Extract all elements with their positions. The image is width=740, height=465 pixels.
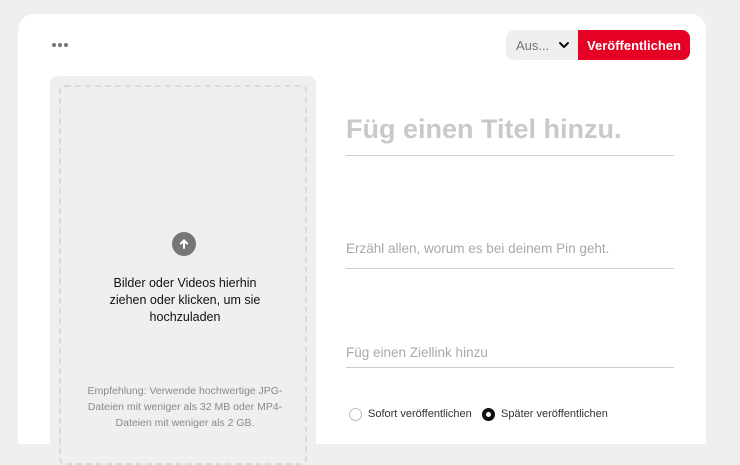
upload-hint-line: Dateien mit weniger als 32 MB oder MP4- [87, 401, 283, 413]
destination-link-input[interactable] [346, 338, 674, 368]
publish-button[interactable]: Veröffentlichen [578, 30, 690, 60]
board-select-value: Aus... [516, 37, 550, 53]
upload-recommendation: Empfehlung: Verwende hochwertige JPG- Da… [73, 383, 297, 431]
upload-hint-line: Dateien mit weniger als 2 GB. [115, 417, 255, 429]
upload-dropzone[interactable]: Bilder oder Videos hierhin ziehen oder k… [59, 85, 307, 465]
publish-later-label: Später veröffentlichen [501, 408, 608, 420]
upload-instructions: Bilder oder Videos hierhin ziehen oder k… [71, 275, 299, 326]
publish-now-option[interactable]: Sofort veröffentlichen [349, 406, 472, 422]
upload-area: Bilder oder Videos hierhin ziehen oder k… [50, 76, 316, 465]
upload-arrow-icon [172, 232, 196, 256]
upload-instructions-line: ziehen oder klicken, um sie [109, 293, 261, 307]
description-input[interactable] [346, 229, 674, 269]
more-options-button[interactable] [49, 38, 71, 52]
board-select-dropdown[interactable]: Aus... [506, 30, 578, 60]
publish-now-label: Sofort veröffentlichen [368, 408, 472, 420]
more-dot [64, 43, 68, 47]
upload-instructions-line: hochzuladen [149, 310, 221, 324]
title-input[interactable] [346, 104, 674, 156]
publish-now-radio[interactable] [349, 407, 362, 421]
upload-hint-line: Empfehlung: Verwende hochwertige JPG- [87, 385, 283, 397]
more-horizontal-icon [52, 43, 56, 47]
chevron-down-icon [559, 42, 569, 48]
pin-builder-card: Aus... Veröffentlichen Bilder oder Video… [18, 14, 706, 465]
more-dot [58, 43, 62, 47]
upload-instructions-line: Bilder oder Videos hierhin [113, 276, 257, 290]
publish-later-radio[interactable] [482, 407, 495, 421]
publish-later-option[interactable]: Später veröffentlichen [482, 406, 608, 422]
